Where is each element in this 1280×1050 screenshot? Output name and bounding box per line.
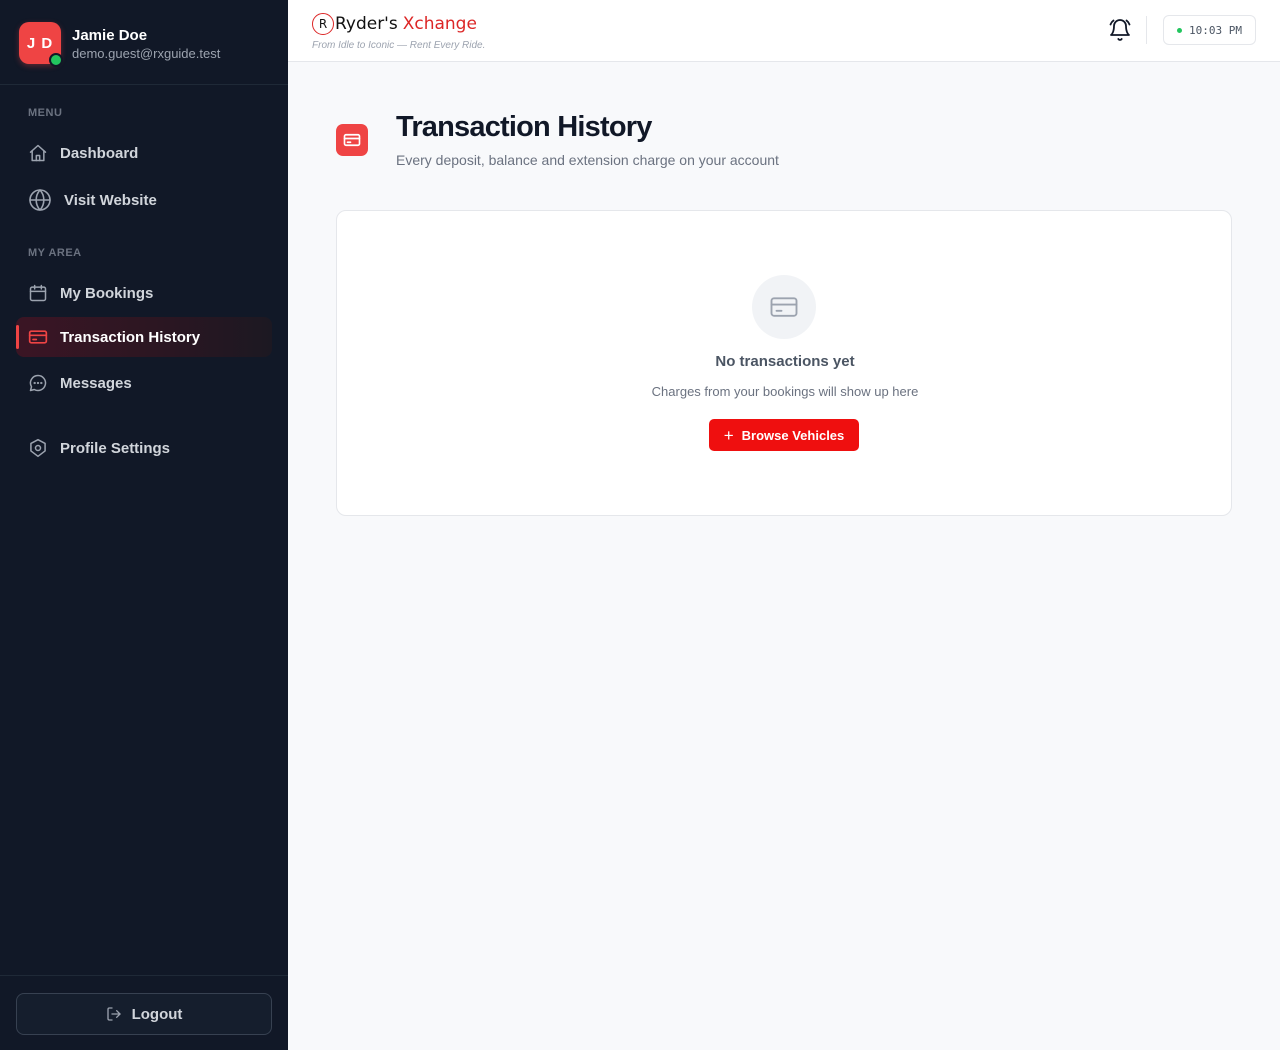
menu-section-label: MENU <box>28 107 63 119</box>
logout-label: Logout <box>131 1005 183 1023</box>
logout-button[interactable]: Logout <box>16 993 272 1035</box>
sidebar-item-profile-settings[interactable]: Profile Settings <box>16 428 272 468</box>
user-email: demo.guest@rxguide.test <box>72 46 221 61</box>
sidebar-item-label: Transaction History <box>60 328 201 346</box>
sidebar-item-label: Dashboard <box>60 144 139 162</box>
credit-card-icon <box>336 124 368 156</box>
sidebar-item-messages[interactable]: Messages <box>16 363 272 403</box>
sidebar-item-label: My Bookings <box>60 284 154 302</box>
brand-name: Ryder's <box>335 14 398 34</box>
credit-card-icon <box>28 327 48 347</box>
settings-icon <box>28 438 48 458</box>
browse-vehicles-button[interactable]: + Browse Vehicles <box>709 419 859 451</box>
transactions-empty-state: No transactions yet Charges from your bo… <box>336 210 1232 516</box>
sidebar-item-label: Profile Settings <box>60 439 171 457</box>
online-status-indicator <box>49 53 63 67</box>
topbar-divider <box>1146 16 1147 44</box>
sidebar-item-my-bookings[interactable]: My Bookings <box>16 273 272 313</box>
page-title: Transaction History <box>396 111 652 143</box>
sidebar-item-label: Visit Website <box>64 191 157 209</box>
empty-state-title: No transactions yet <box>715 353 855 370</box>
topbar: R Ryder's Xchange From Idle to Iconic — … <box>288 0 1280 62</box>
home-icon <box>28 143 48 163</box>
sidebar-item-visit-website[interactable]: Visit Website <box>16 180 272 220</box>
clock-status-dot <box>1177 27 1182 33</box>
brand-badge: R <box>312 13 334 35</box>
page-subtitle: Every deposit, balance and extension cha… <box>396 152 779 168</box>
chat-bubble-icon <box>28 373 48 393</box>
brand-logo[interactable]: R Ryder's Xchange <box>312 13 477 35</box>
sidebar-item-transaction-history[interactable]: Transaction History <box>16 317 272 357</box>
my-area-section-label: MY AREA <box>28 247 82 259</box>
sidebar-footer: Logout <box>0 975 288 1050</box>
calendar-icon <box>28 283 48 303</box>
logout-icon <box>106 1006 122 1022</box>
credit-card-icon <box>752 275 816 339</box>
user-name: Jamie Doe <box>72 27 148 44</box>
browse-vehicles-label: Browse Vehicles <box>741 427 845 443</box>
sidebar-item-dashboard[interactable]: Dashboard <box>16 133 272 173</box>
brand-tagline: From Idle to Iconic — Rent Every Ride. <box>312 40 486 51</box>
notification-bell-icon[interactable] <box>1108 18 1132 42</box>
clock-display: 10:03 PM <box>1163 15 1256 45</box>
empty-state-subtitle: Charges from your bookings will show up … <box>651 384 919 399</box>
plus-icon: + <box>723 425 734 445</box>
clock-time: 10:03 PM <box>1189 23 1242 37</box>
brand-accent: Xchange <box>402 14 477 34</box>
user-profile: J D Jamie Doe demo.guest@rxguide.test <box>0 0 288 85</box>
sidebar-item-label: Messages <box>60 374 132 392</box>
sidebar: J D Jamie Doe demo.guest@rxguide.test ME… <box>0 0 288 1050</box>
globe-icon <box>28 188 52 212</box>
